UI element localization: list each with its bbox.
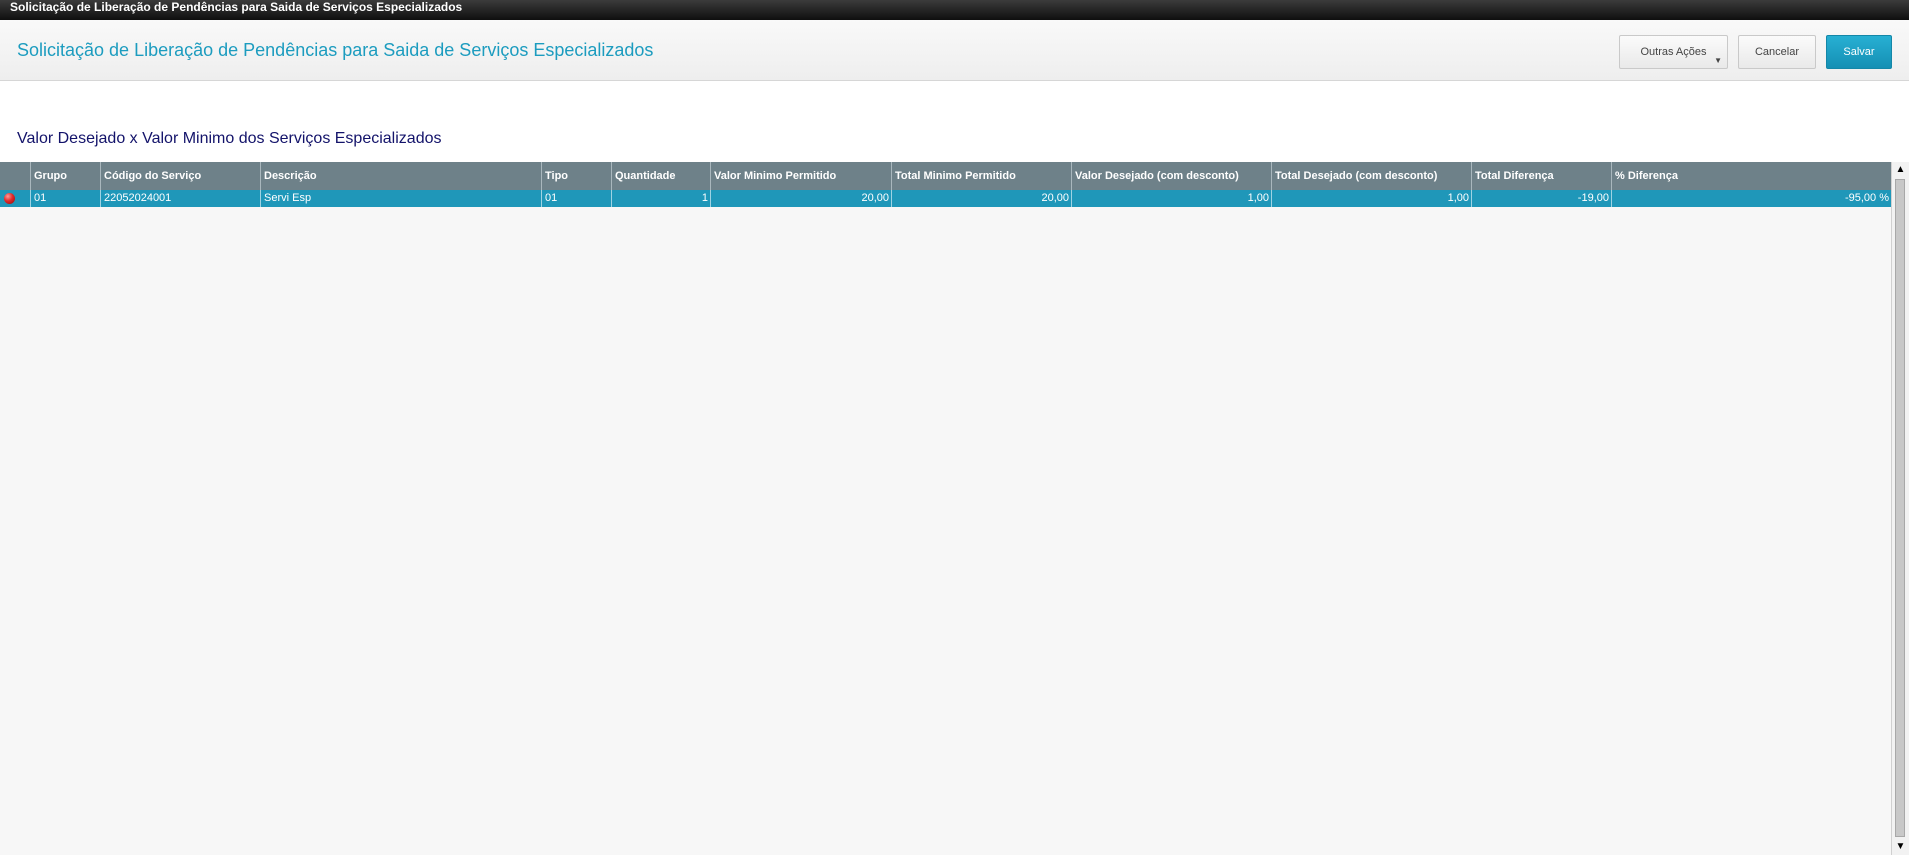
- column-header-status[interactable]: [0, 162, 31, 190]
- table-row[interactable]: 01 22052024001 Servi Esp 01 1 20,00 20,0…: [0, 190, 1891, 207]
- cell-descricao[interactable]: Servi Esp: [261, 190, 542, 207]
- column-header-total-desejado[interactable]: Total Desejado (com desconto): [1272, 162, 1472, 190]
- cell-total-minimo[interactable]: 20,00: [892, 190, 1072, 207]
- save-button[interactable]: Salvar: [1826, 35, 1892, 69]
- column-header-total-minimo[interactable]: Total Minimo Permitido: [892, 162, 1072, 190]
- cell-quantidade[interactable]: 1: [612, 190, 711, 207]
- cell-valor-minimo[interactable]: 20,00: [711, 190, 892, 207]
- column-header-valor-minimo[interactable]: Valor Minimo Permitido: [711, 162, 892, 190]
- cell-grupo[interactable]: 01: [31, 190, 101, 207]
- outras-acoes-label: Outras Ações: [1640, 46, 1707, 58]
- cell-valor-desejado[interactable]: 1,00: [1072, 190, 1272, 207]
- window-title-bar: Solicitação de Liberação de Pendências p…: [0, 0, 1909, 20]
- column-header-tipo[interactable]: Tipo: [542, 162, 612, 190]
- grid-header: Grupo Código do Serviço Descrição Tipo Q…: [0, 162, 1891, 190]
- cell-total-desejado[interactable]: 1,00: [1272, 190, 1472, 207]
- outras-acoes-button[interactable]: Outras Ações ▼: [1619, 35, 1728, 69]
- column-header-descricao[interactable]: Descrição: [261, 162, 542, 190]
- scrollbar-thumb[interactable]: [1895, 179, 1905, 837]
- column-header-valor-desejado[interactable]: Valor Desejado (com desconto): [1072, 162, 1272, 190]
- column-header-total-diferenca[interactable]: Total Diferença: [1472, 162, 1612, 190]
- page-header: Solicitação de Liberação de Pendências p…: [0, 20, 1909, 81]
- column-header-quantidade[interactable]: Quantidade: [612, 162, 711, 190]
- section-title: Valor Desejado x Valor Minimo dos Serviç…: [17, 130, 442, 147]
- window-title: Solicitação de Liberação de Pendências p…: [10, 0, 463, 14]
- red-status-icon: [4, 193, 15, 204]
- cancel-button[interactable]: Cancelar: [1738, 35, 1816, 69]
- column-header-codigo[interactable]: Código do Serviço: [101, 162, 261, 190]
- column-header-grupo[interactable]: Grupo: [31, 162, 101, 190]
- caret-down-icon: ▼: [1714, 56, 1722, 65]
- scroll-down-icon[interactable]: ▼: [1892, 839, 1909, 855]
- cell-perc-diferenca[interactable]: -95,00 %: [1612, 190, 1891, 207]
- scroll-up-icon[interactable]: ▲: [1892, 162, 1909, 178]
- page-title: Solicitação de Liberação de Pendências p…: [17, 40, 654, 60]
- cell-total-diferenca[interactable]: -19,00: [1472, 190, 1612, 207]
- cell-tipo[interactable]: 01: [542, 190, 612, 207]
- column-header-perc-diferenca[interactable]: % Diferença: [1612, 162, 1891, 190]
- cell-codigo[interactable]: 22052024001: [101, 190, 261, 207]
- status-cell[interactable]: [0, 190, 31, 207]
- services-grid: Grupo Código do Serviço Descrição Tipo Q…: [0, 162, 1891, 855]
- vertical-scrollbar[interactable]: ▲ ▼: [1891, 162, 1909, 855]
